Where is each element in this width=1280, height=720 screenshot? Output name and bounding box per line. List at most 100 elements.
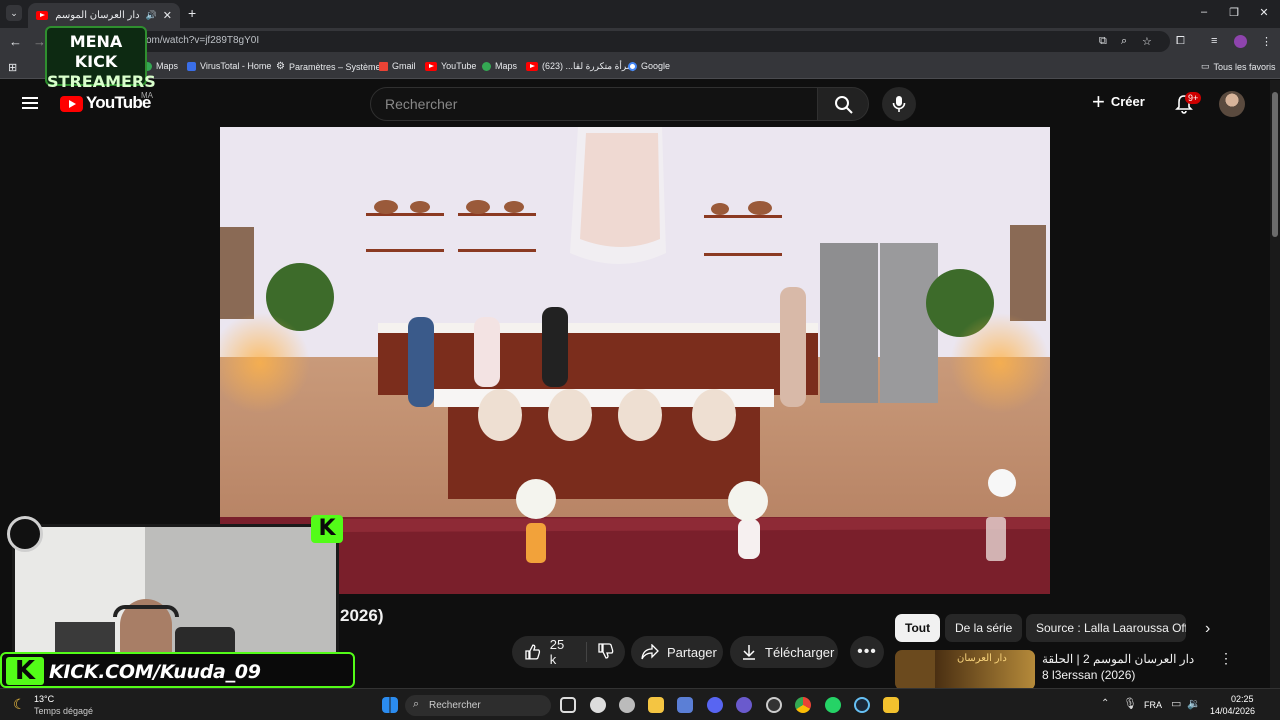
bookmark-label: Maps <box>156 61 179 71</box>
logo-line-2: STREAMERS <box>47 72 156 91</box>
video-player[interactable] <box>220 127 1050 594</box>
recommended-thumbnail[interactable]: دار العرسان <box>895 650 1035 690</box>
network-icon[interactable]: ▭ <box>1171 697 1181 710</box>
weather-desc[interactable]: Temps dégagé <box>34 706 93 716</box>
app-icon-5[interactable] <box>766 697 782 713</box>
tab-close-icon[interactable]: ✕ <box>163 9 172 22</box>
file-explorer-icon[interactable] <box>648 697 664 713</box>
weather-temp[interactable]: 13°C <box>34 694 54 704</box>
avatar[interactable] <box>1219 91 1245 117</box>
bookmark-maps[interactable]: Maps <box>143 61 178 71</box>
apps-grid-icon[interactable]: ⊞ <box>8 61 17 74</box>
gmail-icon <box>379 61 388 71</box>
bookmark-settings[interactable]: ⚙ Paramètres – Système <box>276 61 381 72</box>
gear-icon: ⚙ <box>276 61 285 72</box>
kick-channel-url: KICK.COM/Kuuda_09 <box>49 661 261 683</box>
chip-de-la-serie[interactable]: De la série <box>945 614 1023 642</box>
more-dots-icon: ••• <box>857 643 877 660</box>
new-tab-button[interactable]: + <box>188 5 196 21</box>
create-button[interactable]: + Créer <box>1092 88 1145 114</box>
tray-chevron-icon[interactable]: ⌃ <box>1101 698 1109 709</box>
chrome-menu-icon[interactable]: ⋮ <box>1261 35 1272 48</box>
app-icon-1[interactable] <box>590 697 606 713</box>
bookmark-label: Google <box>641 61 671 71</box>
address-bar[interactable]: om/watch?v=jf289T8gY0I <box>70 31 1170 52</box>
chrome-icon[interactable] <box>795 697 811 713</box>
bookmark-label: إمرأة متكررة لقا... (623) <box>542 61 635 71</box>
bookmark-gmail[interactable]: Gmail <box>379 61 416 71</box>
minimize-button[interactable]: – <box>1196 6 1212 18</box>
download-button[interactable]: Télécharger <box>730 636 838 668</box>
recommended-title[interactable]: دار العرسان الموسم 2 | الحلقة 8 l3erssan… <box>1042 651 1202 683</box>
search-button[interactable] <box>817 87 869 121</box>
browser-tab-youtube[interactable]: دار العرسان الموسم 2 | (57) 🔊 ✕ <box>28 3 180 28</box>
microphone-icon <box>892 96 906 112</box>
mena-kick-streamers-logo: MENA KICK STREAMERS <box>45 26 156 91</box>
youtube-header: YouTube MA Rechercher + Créer 9+ <box>0 80 1270 128</box>
search-icon <box>835 96 853 114</box>
logo-line-1: MENA KICK <box>69 32 123 71</box>
browser-toolbar: ← → om/watch?v=jf289T8gY0I ⧉ ⌕ ☆ ⧠ ≡ ⋮ <box>0 28 1280 55</box>
folder-icon: ▭ <box>1201 61 1210 71</box>
dislike-button[interactable] <box>587 642 625 663</box>
whatsapp-icon[interactable] <box>825 697 841 713</box>
url-text: om/watch?v=jf289T8gY0I <box>146 35 260 46</box>
page-scrollbar[interactable] <box>1270 80 1280 688</box>
cast-icon[interactable]: ⧉ <box>1099 35 1107 48</box>
extensions-icon[interactable]: ⧠ <box>1176 35 1185 48</box>
taskbar-search[interactable]: ⌕ Rechercher <box>405 695 551 716</box>
windows-start-icon[interactable] <box>382 697 398 713</box>
video-frame <box>220 127 1050 594</box>
close-window-button[interactable]: ✕ <box>1256 6 1272 19</box>
recommended-more-icon[interactable]: ⋮ <box>1219 650 1233 667</box>
thumbnail-text: دار العرسان <box>957 653 1007 664</box>
search-input[interactable]: Rechercher <box>370 87 818 121</box>
task-view-icon[interactable] <box>560 697 576 713</box>
bookmark-virustotal[interactable]: VirusTotal - Home <box>187 61 271 71</box>
webcam-overlay <box>12 524 339 664</box>
bookmark-video[interactable]: إمرأة متكررة لقا... (623) <box>526 61 634 72</box>
restore-button[interactable]: ❐ <box>1226 6 1242 19</box>
app-icon-6[interactable] <box>883 697 899 713</box>
volume-icon[interactable]: 🔉 <box>1187 697 1201 710</box>
chip-tout[interactable]: Tout <box>895 614 941 642</box>
discord-icon[interactable] <box>707 697 723 713</box>
virustotal-icon <box>187 61 196 71</box>
menu-hamburger-icon[interactable] <box>22 97 38 109</box>
bookmark-star-icon[interactable]: ☆ <box>1142 35 1152 48</box>
voice-search-button[interactable] <box>882 87 916 121</box>
kick-k-icon: K <box>311 515 343 543</box>
back-arrow-icon[interactable]: ← <box>9 34 22 49</box>
tray-mic-icon[interactable]: 🎙 <box>1123 697 1137 710</box>
clock-date[interactable]: 14/04/2026 <box>1210 706 1255 716</box>
steam-icon[interactable] <box>854 697 870 713</box>
language-indicator[interactable]: FRA <box>1144 700 1162 710</box>
youtube-icon <box>526 62 538 71</box>
scrollbar-thumb[interactable] <box>1272 92 1278 237</box>
more-actions-button[interactable]: ••• <box>850 636 884 668</box>
youtube-logo-icon[interactable] <box>60 96 83 112</box>
app-icon-4[interactable] <box>736 697 752 713</box>
download-label: Télécharger <box>765 644 835 660</box>
share-button[interactable]: Partager <box>631 636 723 668</box>
plus-icon: + <box>1092 88 1105 114</box>
app-icon-3[interactable] <box>677 697 693 713</box>
all-bookmarks[interactable]: ▭ Tous les favoris <box>1201 61 1276 72</box>
media-control-icon[interactable]: ≡ <box>1211 35 1217 47</box>
tab-list-chevron-icon[interactable]: ⌄ <box>6 5 22 21</box>
bookmark-label: Paramètres – Système <box>288 61 381 72</box>
like-button[interactable]: 25 k <box>512 637 587 667</box>
speaker-icon[interactable]: 🔊 <box>146 10 157 21</box>
create-label: Créer <box>1110 94 1145 109</box>
bookmark-maps-2[interactable]: Maps <box>482 61 517 71</box>
app-icon-2[interactable] <box>619 697 635 713</box>
bookmark-google[interactable]: Google <box>628 61 670 71</box>
profile-icon[interactable] <box>1234 35 1247 48</box>
bookmark-youtube[interactable]: YouTube <box>425 61 476 71</box>
clock-time[interactable]: 02:25 <box>1231 694 1254 704</box>
chevron-right-icon[interactable]: › <box>1205 620 1210 638</box>
chip-source[interactable]: Source : Lalla Laaroussa Offi <box>1026 614 1186 642</box>
zoom-icon[interactable]: ⌕ <box>1121 35 1127 48</box>
bookmark-label: VirusTotal - Home <box>200 61 272 71</box>
search-placeholder: Rechercher <box>385 96 458 112</box>
